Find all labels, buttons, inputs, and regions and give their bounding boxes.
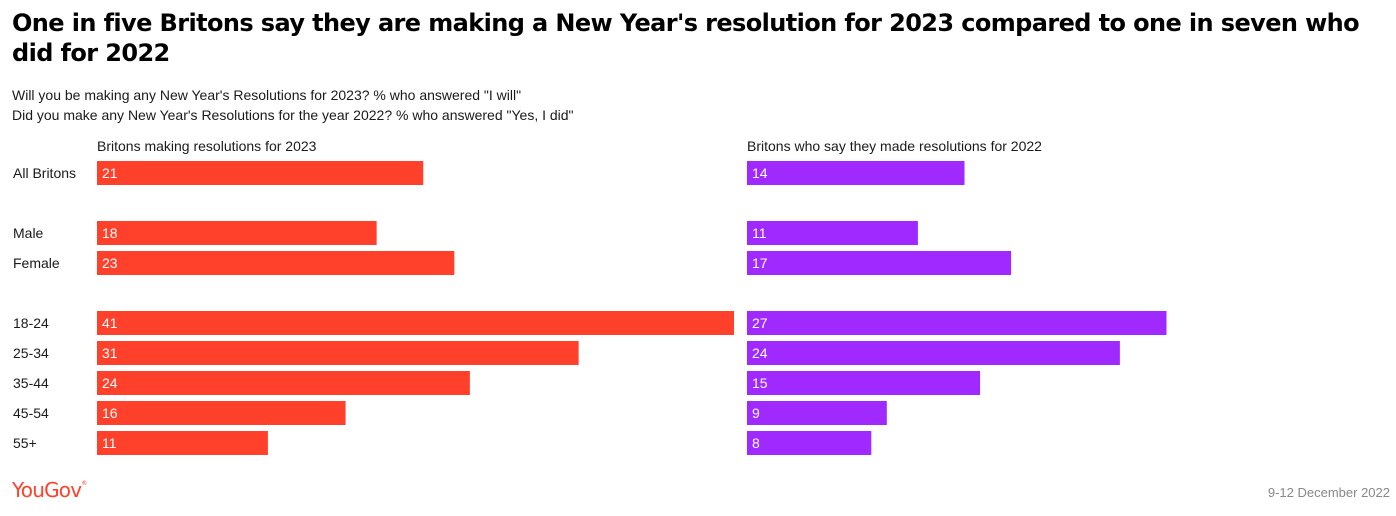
category-label-18-24: 18-24	[13, 315, 49, 331]
bar-2022-55	[747, 431, 872, 455]
bar-2023-male	[97, 221, 377, 245]
bar-2022-25-34	[747, 341, 1120, 365]
data-label-2022-all-britons: 14	[752, 165, 768, 181]
bar-2023-35-44	[97, 371, 470, 395]
data-label-2023-18-24: 41	[102, 315, 118, 331]
data-label-2022-female: 17	[752, 255, 768, 271]
bar-2023-18-24	[97, 311, 734, 335]
category-label-25-34: 25-34	[13, 345, 49, 361]
series-heading-2023: Britons making resolutions for 2023	[97, 138, 317, 154]
data-label-2023-all-britons: 21	[102, 165, 118, 181]
category-label-35-44: 35-44	[13, 375, 49, 391]
bar-2023-45-54	[97, 401, 346, 425]
bar-2022-all-britons	[747, 161, 965, 185]
bar-2022-18-24	[747, 311, 1167, 335]
yougov-logo: YouGov®	[12, 478, 88, 502]
data-label-2023-45-54: 16	[102, 405, 118, 421]
fieldwork-date: 9-12 December 2022	[1267, 485, 1390, 500]
data-label-2022-35-44: 15	[752, 375, 768, 391]
bar-2022-female	[747, 251, 1012, 275]
data-label-2022-25-34: 24	[752, 345, 768, 361]
category-label-45-54: 45-54	[13, 405, 49, 421]
data-label-2023-55: 11	[102, 435, 117, 451]
series-heading-2022: Britons who say they made resolutions fo…	[747, 138, 1042, 154]
bar-2022-35-44	[747, 371, 981, 395]
category-label-55: 55+	[13, 435, 37, 451]
data-label-2023-35-44: 24	[102, 375, 118, 391]
bar-2022-45-54	[747, 401, 887, 425]
data-label-2023-25-34: 31	[102, 345, 118, 361]
bar-2023-55	[97, 431, 268, 455]
data-label-2022-45-54: 9	[752, 405, 760, 421]
data-label-2023-female: 23	[102, 255, 118, 271]
bar-2023-25-34	[97, 341, 579, 365]
bar-chart: All Britons Male Female 18-24 25-34 35-44 45-5…	[13, 138, 1167, 455]
bar-2023-female	[97, 251, 455, 275]
category-label-male: Male	[13, 225, 44, 241]
data-label-2022-male: 11	[752, 225, 767, 241]
data-label-2022-18-24: 27	[752, 315, 768, 331]
data-label-2022-55: 8	[752, 435, 760, 451]
bar-2023-all-britons	[97, 161, 424, 185]
data-label-2023-male: 18	[102, 225, 118, 241]
category-label-all-britons: All Britons	[13, 165, 76, 181]
category-label-female: Female	[13, 255, 60, 271]
bar-2022-male	[747, 221, 918, 245]
